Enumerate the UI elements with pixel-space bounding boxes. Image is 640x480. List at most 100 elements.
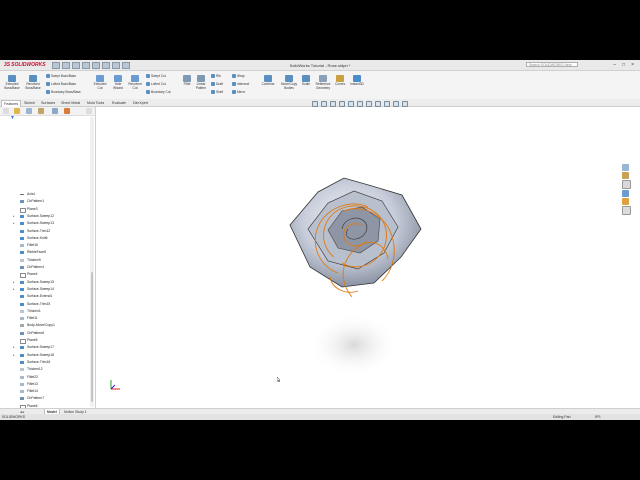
design-library-icon[interactable]	[622, 172, 629, 179]
tree-item[interactable]: Fillet13	[0, 381, 95, 388]
boundary-boss-button[interactable]: Boundary Boss/Base	[46, 89, 81, 94]
draft-button[interactable]: Draft	[211, 81, 223, 86]
expand-arrow-icon[interactable]: ▸	[13, 286, 15, 293]
close-button[interactable]: ×	[631, 62, 634, 68]
tab-surfaces[interactable]: Surfaces	[39, 100, 57, 106]
tree-item[interactable]: CirPattern4	[0, 264, 95, 271]
curves-label: Curves	[334, 82, 346, 86]
configuration-manager-tab-icon[interactable]	[38, 108, 44, 114]
collapse-icon[interactable]	[3, 108, 9, 114]
hole-wizard-button[interactable]: Hole Wizard	[110, 75, 126, 90]
tree-item[interactable]: Thicken1	[0, 308, 95, 315]
reference-geometry-button[interactable]: Reference Geometry	[313, 75, 333, 90]
fillet-feature-icon	[20, 382, 24, 386]
tree-item-label: Fillet11	[27, 316, 38, 321]
tree-item[interactable]: ▸ Surface-Sweep14	[0, 286, 95, 293]
boundary-cut-button[interactable]: Boundary Cut	[146, 89, 171, 94]
maximize-button[interactable]: □	[622, 62, 625, 68]
dimxpert-manager-tab-icon[interactable]	[52, 108, 58, 114]
revolved-cut-label: Revolved Cut	[128, 82, 142, 90]
tree-item[interactable]: Fillet11	[0, 315, 95, 322]
tab-sketch[interactable]: Sketch	[22, 100, 37, 106]
move-copy-bodies-button[interactable]: Move/Copy Bodies	[279, 75, 299, 90]
rib-button[interactable]: Rib	[211, 73, 221, 78]
linear-pattern-button[interactable]: Linear Pattern	[194, 75, 208, 90]
lofted-boss-button[interactable]: Lofted Boss/Base	[46, 81, 76, 86]
display-manager-tab-icon[interactable]	[64, 108, 70, 114]
status-units[interactable]: IPS	[595, 414, 600, 420]
expand-icon[interactable]	[86, 108, 92, 114]
tree-item[interactable]: Fillet16	[0, 242, 95, 249]
tree-item[interactable]: Fillet22	[0, 374, 95, 381]
extruded-boss-label: Extruded Boss/Base	[4, 82, 20, 90]
extruded-cut-button[interactable]: Extruded Cut	[92, 75, 108, 90]
custom-properties-icon[interactable]	[622, 206, 631, 215]
tree-item[interactable]: Fillet14	[0, 388, 95, 395]
tree-item[interactable]: Plane3	[0, 206, 95, 213]
lofted-cut-label: Lofted Cut	[151, 81, 166, 86]
combine-button[interactable]: Combine	[259, 75, 277, 87]
tree-item[interactable]: CirPattern7	[0, 395, 95, 402]
help-search-input[interactable]: Search SOLIDWORKS Help	[526, 62, 578, 67]
curves-button[interactable]: Curves	[334, 75, 346, 87]
tab-sheet-metal[interactable]: Sheet Metal	[59, 100, 82, 106]
thicken-feature-icon	[20, 368, 24, 372]
revolved-boss-button[interactable]: Revolved Boss/Base	[24, 75, 42, 90]
tree-item[interactable]: Thicken9	[0, 257, 95, 264]
file-explorer-icon[interactable]	[622, 180, 631, 189]
tab-features[interactable]: Features	[1, 100, 22, 107]
minimize-button[interactable]: –	[613, 62, 616, 68]
tree-item[interactable]: Plane4	[0, 271, 95, 279]
tree-item[interactable]: Plane5	[0, 337, 95, 344]
tree-item-label: Fillet14	[27, 389, 38, 394]
view-palette-icon[interactable]	[622, 190, 629, 197]
lofted-boss-label: Lofted Boss/Base	[51, 81, 76, 86]
tree-item[interactable]: Surface-Trim16	[0, 359, 95, 366]
tree-item[interactable]: Surface-Trim12	[0, 228, 95, 235]
swept-boss-button[interactable]: Swept Boss/Base	[46, 73, 76, 78]
expand-arrow-icon[interactable]: ▸	[13, 344, 15, 351]
expand-arrow-icon[interactable]: ▸	[13, 220, 15, 227]
tree-item[interactable]: ▸ Surface-Sweep18	[0, 352, 95, 359]
swept-cut-button[interactable]: Swept Cut	[146, 73, 166, 78]
tree-item[interactable]: ▸ Surface-Sweep13	[0, 220, 95, 227]
scale-button[interactable]: Scale	[300, 75, 312, 87]
mouse-cursor-icon	[277, 377, 280, 382]
tab-evaluate[interactable]: Evaluate	[110, 100, 128, 106]
feature-manager-tab-icon[interactable]	[14, 108, 20, 114]
lofted-cut-button[interactable]: Lofted Cut	[146, 81, 166, 86]
wrap-button[interactable]: Wrap	[232, 73, 245, 78]
property-manager-tab-icon[interactable]	[26, 108, 32, 114]
tree-item[interactable]: ▸ Surface-Sweep12	[0, 213, 95, 220]
revolved-cut-button[interactable]: Revolved Cut	[127, 75, 143, 90]
tree-item[interactable]: ▸ Surface-Sweep15	[0, 279, 95, 286]
tree-item[interactable]: ▸ Surface-Sweep17	[0, 344, 95, 351]
fillet-button[interactable]: Fillet	[181, 75, 193, 87]
tab-dimxpert[interactable]: DimXpert	[131, 100, 150, 106]
instant3d-button[interactable]: Instant3D	[348, 75, 366, 87]
extruded-boss-button[interactable]: Extruded Boss/Base	[3, 75, 21, 90]
expand-arrow-icon[interactable]: ▸	[13, 279, 15, 286]
expand-arrow-icon[interactable]: ▸	[13, 213, 15, 220]
expand-arrow-icon[interactable]: ▸	[13, 352, 15, 359]
tree-item[interactable]: Thicken12	[0, 366, 95, 373]
appearances-icon[interactable]	[622, 198, 629, 205]
tree-item[interactable]: RibbleFace5	[0, 249, 95, 256]
graphics-viewport[interactable]	[96, 107, 631, 408]
tree-item[interactable]: CirPattern1	[0, 198, 95, 205]
filter-icon[interactable]: ▼	[10, 116, 15, 121]
tree-item[interactable]: CirPattern6	[0, 330, 95, 337]
instant3d-icon	[353, 75, 361, 82]
plane-feature-icon	[20, 273, 26, 279]
solidworks-resources-icon[interactable]	[622, 164, 629, 171]
tree-item[interactable]: Body-Move/Copy1	[0, 322, 95, 329]
intersect-button[interactable]: Intersect	[232, 81, 249, 86]
tree-item[interactable]: Surface-Extend1	[0, 293, 95, 300]
surface-feature-icon	[20, 251, 24, 255]
tree-item[interactable]: Surface-Trim15	[0, 301, 95, 308]
tree-item[interactable]: Surface-Knit6	[0, 235, 95, 242]
mirror-button[interactable]: Mirror	[232, 89, 245, 94]
shell-button[interactable]: Shell	[211, 89, 223, 94]
tree-item[interactable]: Axis1	[0, 191, 95, 198]
tab-mold-tools[interactable]: Mold Tools	[85, 100, 106, 106]
